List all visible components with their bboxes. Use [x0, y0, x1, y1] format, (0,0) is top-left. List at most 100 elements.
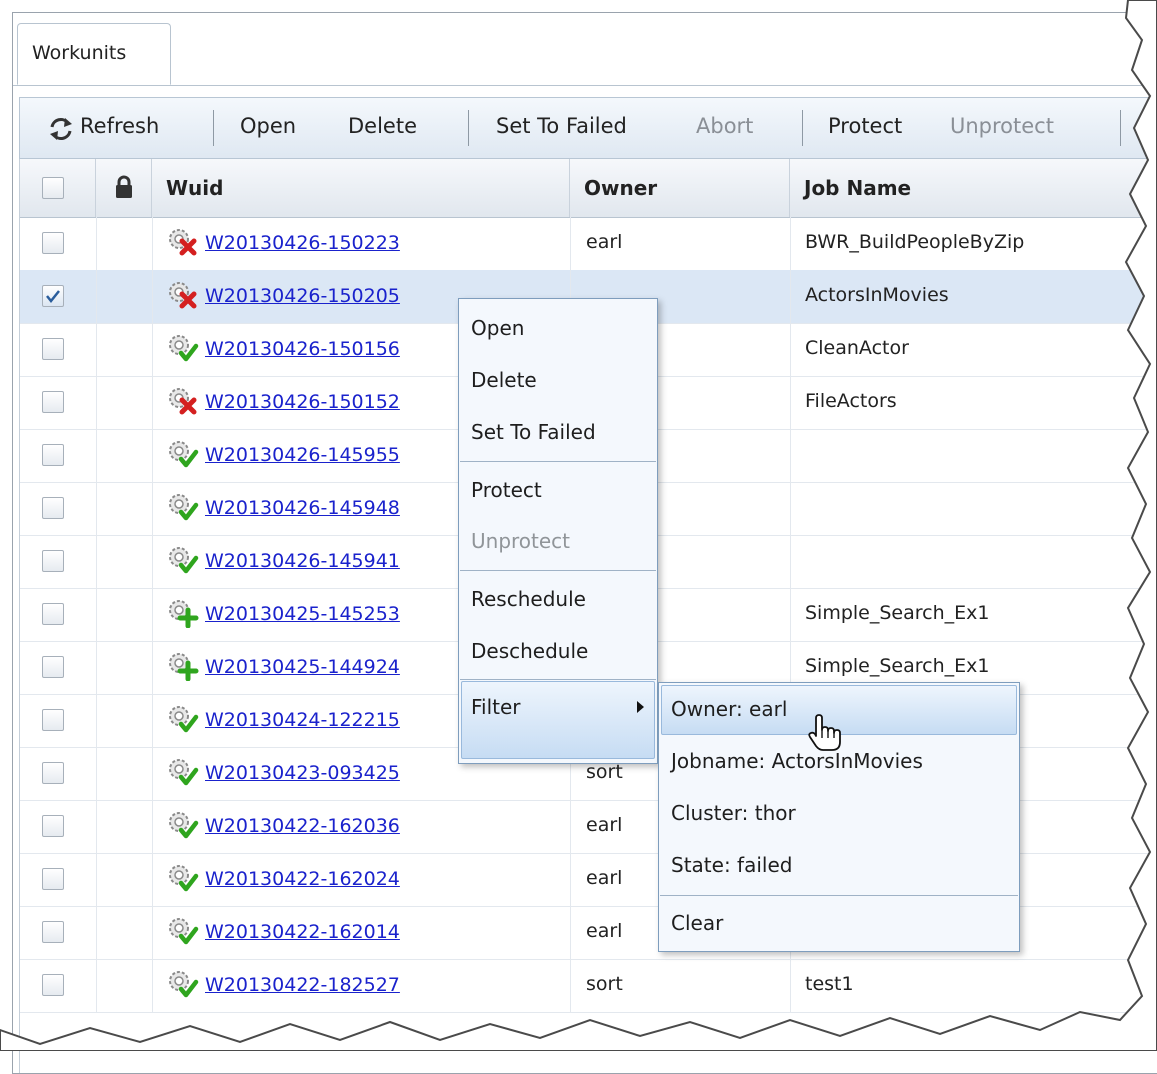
delete-button[interactable]: Delete: [348, 114, 417, 138]
filter-owner-item[interactable]: Owner: earl: [671, 697, 787, 721]
column-divider: [152, 694, 153, 747]
toolbar: Refresh Open Delete Set To Failed Abort …: [19, 97, 1157, 159]
workunit-failed-icon: [169, 229, 197, 256]
row-checkbox[interactable]: [42, 868, 64, 890]
column-divider: [790, 535, 791, 588]
unprotect-button[interactable]: Unprotect: [950, 114, 1054, 138]
column-divider: [96, 588, 97, 641]
column-divider: [152, 588, 153, 641]
row-checkbox[interactable]: [42, 603, 64, 625]
tab-bar: Workunits: [13, 13, 1157, 86]
tab-workunits[interactable]: Workunits: [17, 23, 171, 85]
submenu-arrow-icon: [637, 701, 644, 713]
row-checkbox[interactable]: [42, 338, 64, 360]
wuid-link[interactable]: W20130426-150152: [205, 391, 400, 413]
column-divider: [152, 853, 153, 906]
column-header-wuid: Wuid: [166, 176, 224, 200]
header-job-name[interactable]: Job Name: [790, 159, 1157, 217]
job-name-cell: CleanActor: [805, 337, 909, 359]
wuid-link[interactable]: W20130426-145948: [205, 497, 400, 519]
menu-item-protect[interactable]: Protect: [471, 478, 542, 502]
column-divider: [96, 747, 97, 800]
row-checkbox[interactable]: [42, 921, 64, 943]
menu-item-unprotect[interactable]: Unprotect: [471, 529, 570, 553]
filter-cluster-item[interactable]: Cluster: thor: [671, 801, 796, 825]
menu-item-reschedule[interactable]: Reschedule: [471, 587, 586, 611]
wuid-link[interactable]: W20130423-093425: [205, 762, 400, 784]
column-divider: [152, 217, 153, 270]
wuid-link[interactable]: W20130425-145253: [205, 603, 400, 625]
workunit-compiled-icon: [169, 653, 199, 681]
wuid-link[interactable]: W20130422-182527: [205, 974, 400, 996]
workunit-completed-icon: [169, 971, 199, 998]
menu-item-set-to-failed[interactable]: Set To Failed: [471, 420, 596, 444]
column-divider: [790, 217, 791, 270]
column-divider: [790, 588, 791, 641]
column-divider: [96, 800, 97, 853]
menu-item-delete[interactable]: Delete: [471, 368, 537, 392]
row-checkbox[interactable]: [42, 709, 64, 731]
column-divider: [790, 429, 791, 482]
wuid-link[interactable]: W20130426-145941: [205, 550, 400, 572]
workunit-completed-icon: [169, 759, 199, 786]
refresh-icon[interactable]: [48, 116, 74, 142]
table-row[interactable]: W20130426-150223 earl BWR_BuildPeopleByZip: [20, 217, 1157, 271]
row-checkbox[interactable]: [42, 444, 64, 466]
row-checkbox[interactable]: [42, 656, 64, 678]
toolbar-divider: [1120, 110, 1121, 146]
column-divider: [96, 535, 97, 588]
owner-cell: sort: [586, 973, 623, 995]
wuid-link[interactable]: W20130426-150156: [205, 338, 400, 360]
owner-cell: earl: [586, 231, 623, 253]
workunit-compiled-icon: [169, 600, 199, 628]
row-checkbox[interactable]: [42, 285, 64, 307]
menu-item-filter[interactable]: Filter: [471, 695, 521, 719]
wuid-link[interactable]: W20130425-144924: [205, 656, 400, 678]
filter-state-item[interactable]: State: failed: [671, 853, 792, 877]
header-protected-cell: [96, 159, 152, 217]
row-checkbox[interactable]: [42, 815, 64, 837]
wuid-link[interactable]: W20130422-162036: [205, 815, 400, 837]
column-divider: [96, 376, 97, 429]
select-all-checkbox[interactable]: [42, 177, 64, 199]
wuid-link[interactable]: W20130422-162024: [205, 868, 400, 890]
column-divider: [570, 853, 571, 906]
job-name-cell: BWR_BuildPeopleByZip: [805, 231, 1025, 253]
wuid-link[interactable]: W20130426-150205: [205, 285, 400, 307]
menu-separator: [460, 461, 656, 462]
column-divider: [790, 323, 791, 376]
set-to-failed-button[interactable]: Set To Failed: [496, 114, 627, 138]
column-divider: [570, 906, 571, 959]
column-divider: [570, 959, 571, 1012]
menu-item-deschedule[interactable]: Deschedule: [471, 639, 588, 663]
menu-item-filter-highlight: [461, 681, 655, 759]
wuid-link[interactable]: W20130422-162014: [205, 921, 400, 943]
row-checkbox[interactable]: [42, 232, 64, 254]
workunit-completed-icon: [169, 441, 199, 468]
refresh-button[interactable]: Refresh: [80, 114, 159, 138]
header-wuid[interactable]: Wuid: [152, 159, 570, 217]
row-checkbox[interactable]: [42, 391, 64, 413]
menu-separator: [660, 895, 1018, 896]
protect-button[interactable]: Protect: [828, 114, 902, 138]
toolbar-divider: [802, 110, 803, 146]
column-divider: [790, 959, 791, 1012]
wuid-link[interactable]: W20130424-122215: [205, 709, 400, 731]
abort-button[interactable]: Abort: [696, 114, 753, 138]
open-button[interactable]: Open: [240, 114, 296, 138]
column-divider: [96, 959, 97, 1012]
header-owner[interactable]: Owner: [570, 159, 790, 217]
row-checkbox[interactable]: [42, 974, 64, 996]
menu-item-open[interactable]: Open: [471, 316, 524, 340]
row-checkbox[interactable]: [42, 497, 64, 519]
wuid-link[interactable]: W20130426-145955: [205, 444, 400, 466]
filter-clear-item[interactable]: Clear: [671, 911, 723, 935]
wuid-link[interactable]: W20130426-150223: [205, 232, 400, 254]
filter-jobname-item[interactable]: Jobname: ActorsInMovies: [671, 749, 923, 773]
table-row[interactable]: W20130422-182527 sort test1: [20, 959, 1157, 1013]
workunit-completed-icon: [169, 494, 199, 521]
row-checkbox[interactable]: [42, 762, 64, 784]
row-checkbox[interactable]: [42, 550, 64, 572]
workunit-failed-icon: [169, 388, 197, 415]
tab-label: Workunits: [32, 42, 127, 64]
